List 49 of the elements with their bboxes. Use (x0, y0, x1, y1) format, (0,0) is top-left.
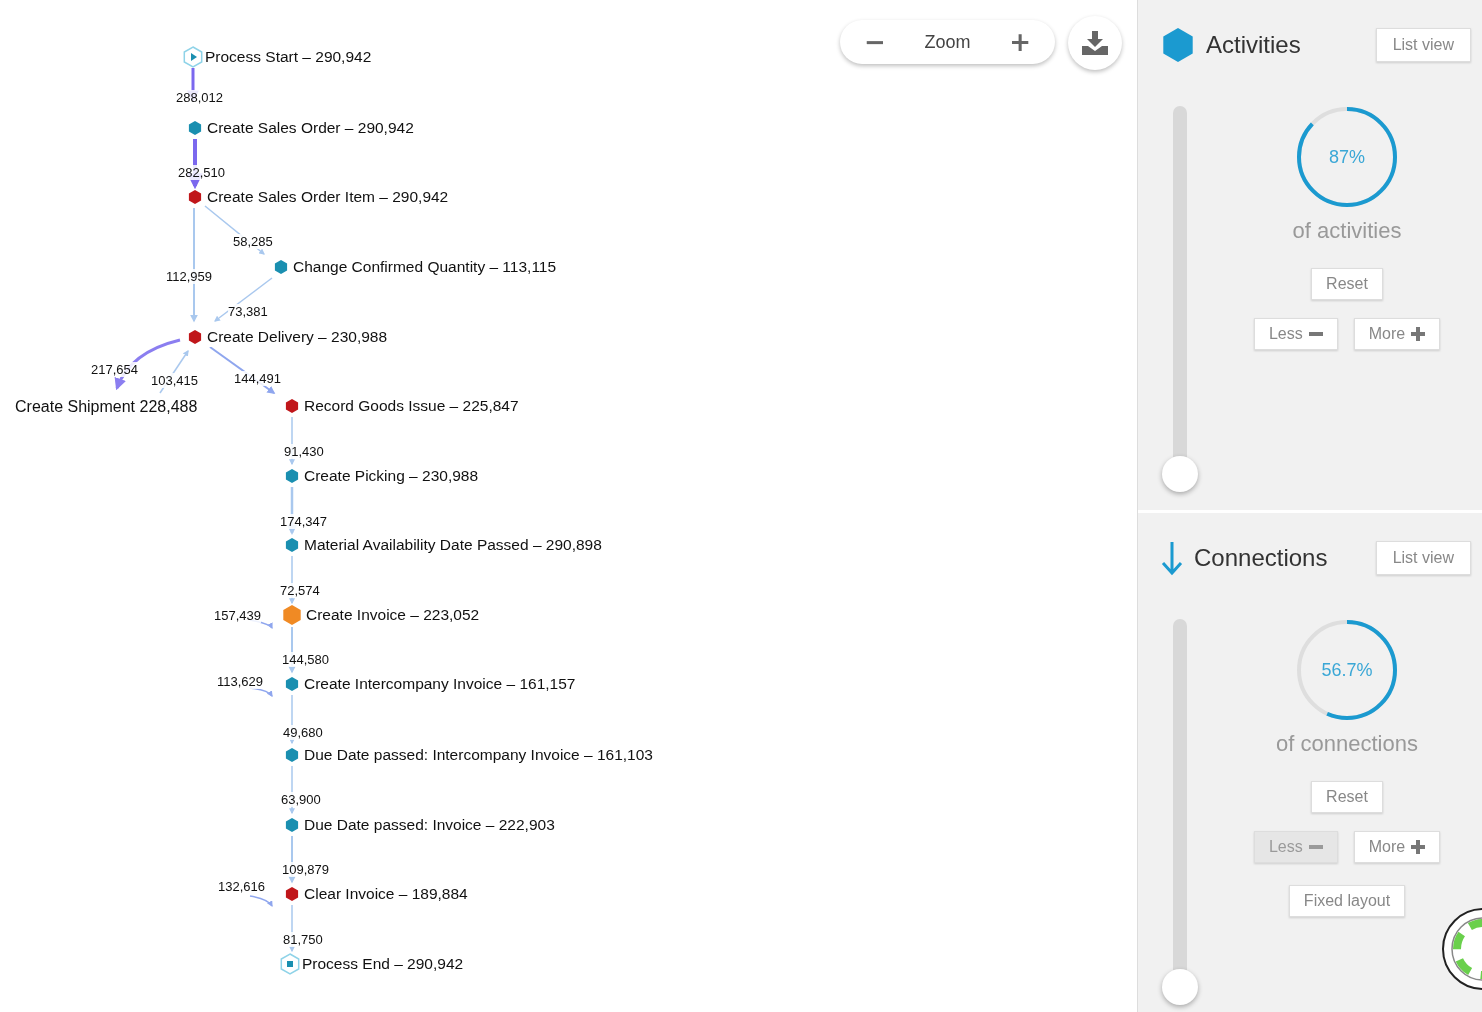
connection-count: 103,415 (151, 373, 198, 388)
vertical-slider[interactable] (1162, 619, 1198, 1005)
gauge-caption: of connections (1276, 731, 1418, 757)
connection-arrow (249, 895, 273, 907)
connection-count: 288,012 (176, 90, 223, 105)
connection-count: 49,680 (283, 725, 323, 740)
connection-count: 72,574 (280, 583, 320, 598)
reset-button[interactable]: Reset (1311, 268, 1383, 300)
more-button[interactable]: More (1353, 318, 1441, 350)
zoom-out-button[interactable]: − (858, 29, 892, 55)
connection-count: 109,879 (282, 862, 329, 877)
download-button[interactable] (1068, 16, 1122, 70)
stop-icon (279, 953, 301, 975)
connection-count: 91,430 (284, 444, 324, 459)
slider-thumb[interactable] (1162, 969, 1198, 1005)
zoom-label: Zoom (924, 31, 971, 53)
hexagon-icon (1160, 27, 1196, 63)
connection-count: 144,580 (282, 652, 329, 667)
connection-count: 282,510 (178, 165, 225, 180)
list-view-button[interactable]: List view (1375, 28, 1471, 62)
connection-count: 132,616 (218, 879, 265, 894)
section-title: Activities (1206, 31, 1302, 59)
percentage-value: 87% (1329, 146, 1365, 168)
vertical-slider[interactable] (1162, 106, 1198, 492)
reset-button[interactable]: Reset (1311, 781, 1383, 813)
connection-count: 217,654 (91, 362, 138, 377)
percentage-value: 56.7% (1321, 659, 1373, 681)
slider-thumb[interactable] (1162, 456, 1198, 492)
play-icon (182, 46, 204, 68)
connection-count: 113,629 (217, 674, 264, 689)
less-button[interactable]: Less (1253, 318, 1338, 350)
connection-count: 157,439 (214, 608, 261, 623)
connection-count: 81,750 (283, 932, 323, 947)
activity-label[interactable]: Create Shipment 228,488 (15, 397, 200, 417)
down-arrow-icon (1160, 540, 1184, 576)
connection-count: 73,381 (228, 304, 268, 319)
fixed-layout-button[interactable]: Fixed layout (1288, 885, 1406, 917)
connection-arrow (214, 277, 273, 322)
connection-count: 63,900 (281, 792, 321, 807)
connection-count: 112,959 (166, 269, 213, 284)
connection-count: 58,285 (233, 234, 273, 249)
connection-count: 144,491 (234, 371, 281, 386)
section-title: Connections (1194, 544, 1329, 572)
download-icon (1081, 30, 1109, 56)
gauge-caption: of activities (1292, 218, 1402, 244)
list-view-button[interactable]: List view (1375, 541, 1471, 575)
more-button[interactable]: More (1353, 831, 1441, 863)
connection-count: 174,347 (280, 514, 327, 529)
zoom-in-button[interactable]: + (1003, 29, 1037, 55)
